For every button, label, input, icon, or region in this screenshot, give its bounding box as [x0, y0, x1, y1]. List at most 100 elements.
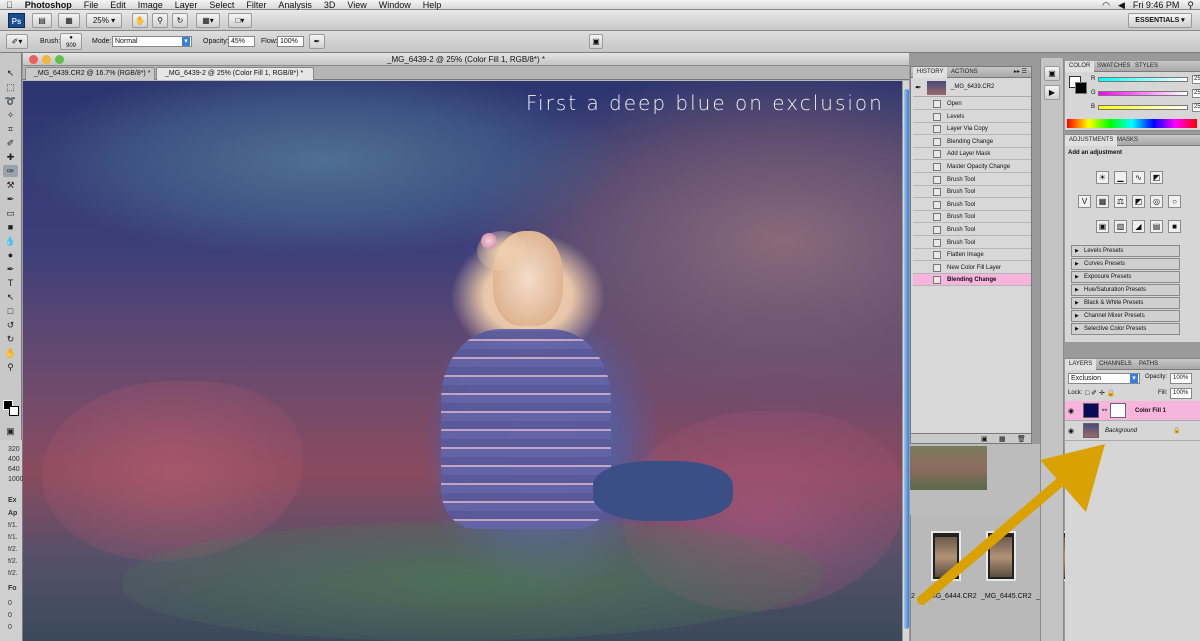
- threshold-icon[interactable]: ◢: [1132, 220, 1145, 233]
- preset-item[interactable]: Hue/Saturation Presets: [1071, 284, 1180, 296]
- zoom-tool-icon[interactable]: ⚲: [3, 361, 18, 373]
- history-snapshot[interactable]: ✒ _MG_6439.CR2: [913, 80, 1031, 97]
- tab-actions[interactable]: ACTIONS: [947, 67, 982, 78]
- app-menu[interactable]: Photoshop: [19, 0, 78, 10]
- blend-mode-dropdown[interactable]: Exclusion ▾: [1068, 373, 1140, 384]
- panel-toggle-icon[interactable]: ▣: [589, 34, 603, 49]
- menu-analysis[interactable]: Analysis: [272, 0, 318, 10]
- menu-layer[interactable]: Layer: [169, 0, 204, 10]
- history-item[interactable]: Blending Change: [913, 274, 1031, 287]
- hand-tool-button[interactable]: ✋: [132, 13, 148, 28]
- history-item[interactable]: Brush Tool: [913, 199, 1031, 211]
- 3d-rotate-tool-icon[interactable]: ↺: [3, 319, 18, 331]
- apple-menu[interactable]: : [0, 0, 19, 10]
- preset-item[interactable]: Exposure Presets: [1071, 271, 1180, 283]
- clock[interactable]: Fri 9:46 PM: [1133, 0, 1180, 10]
- document-titlebar[interactable]: _MG_6439-2 @ 25% (Color Fill 1, RGB/8*) …: [23, 53, 909, 66]
- image-canvas[interactable]: First a deep blue on exclusion: [23, 81, 909, 641]
- history-item[interactable]: Brush Tool: [913, 211, 1031, 224]
- strip-heading[interactable]: Ap: [8, 510, 23, 517]
- tab-channels[interactable]: CHANNELS: [1095, 359, 1136, 370]
- actions-panel-icon[interactable]: ▶: [1044, 85, 1060, 100]
- black-white-icon[interactable]: ◩: [1132, 195, 1145, 208]
- red-slider[interactable]: [1098, 77, 1188, 82]
- history-panel-icon[interactable]: ▣: [1044, 66, 1060, 81]
- gradient-tool-icon[interactable]: ■: [3, 221, 18, 233]
- layer-opacity-field[interactable]: 100%: [1170, 373, 1192, 384]
- preset-item[interactable]: Curves Presets: [1071, 258, 1180, 270]
- close-window-icon[interactable]: [29, 55, 38, 64]
- visibility-eye-icon[interactable]: ◉: [1068, 407, 1074, 415]
- spotlight-icon[interactable]: ⚲: [1187, 0, 1194, 10]
- volume-icon[interactable]: ◀: [1118, 0, 1125, 10]
- history-item[interactable]: Brush Tool: [913, 237, 1031, 249]
- history-item[interactable]: Open: [913, 98, 1031, 110]
- tab-styles[interactable]: STYLES: [1131, 61, 1162, 72]
- view-extras-button[interactable]: ▦: [58, 13, 80, 28]
- minimize-window-icon[interactable]: [42, 55, 51, 64]
- path-select-tool-icon[interactable]: ↖: [3, 291, 18, 303]
- green-slider[interactable]: [1098, 91, 1188, 96]
- screen-mode-button[interactable]: □▾: [228, 13, 252, 28]
- opacity-field[interactable]: 45%: [228, 36, 255, 47]
- history-item[interactable]: Brush Tool: [913, 224, 1031, 236]
- history-item[interactable]: Levels: [913, 111, 1031, 123]
- history-item[interactable]: Layer Via Copy: [913, 123, 1031, 136]
- posterize-icon[interactable]: ▧: [1114, 220, 1127, 233]
- airbrush-icon[interactable]: ✒: [309, 34, 325, 49]
- history-brush-tool-icon[interactable]: ✒: [3, 193, 18, 205]
- eyedropper-tool-icon[interactable]: ✐: [3, 137, 18, 149]
- flow-field[interactable]: 100%: [277, 36, 304, 47]
- zoom-window-icon[interactable]: [55, 55, 64, 64]
- selective-color-icon[interactable]: ■: [1168, 220, 1181, 233]
- menu-image[interactable]: Image: [132, 0, 169, 10]
- preset-item[interactable]: Channel Mixer Presets: [1071, 310, 1180, 322]
- hand-tool-icon[interactable]: ✋: [3, 347, 18, 359]
- eraser-tool-icon[interactable]: ▭: [3, 207, 18, 219]
- brush-picker[interactable]: ● 909: [60, 33, 82, 50]
- lock-options-icon[interactable]: □ ✐ ✛ 🔒: [1085, 389, 1116, 397]
- move-tool-icon[interactable]: ↖: [3, 67, 18, 79]
- rotate-view-button[interactable]: ↻: [172, 13, 188, 28]
- tab-mg-6439-2[interactable]: _MG_6439-2 @ 25% (Color Fill 1, RGB/8*) …: [156, 67, 314, 80]
- green-value-field[interactable]: 254: [1192, 89, 1200, 98]
- history-item[interactable]: Add Layer Mask: [913, 148, 1031, 161]
- brush-source-icon[interactable]: ✒: [915, 83, 922, 92]
- menu-window[interactable]: Window: [373, 0, 417, 10]
- arrange-documents-button[interactable]: ▦▾: [196, 13, 220, 28]
- tab-history[interactable]: HISTORY: [913, 67, 948, 78]
- red-value-field[interactable]: 253: [1192, 75, 1200, 84]
- history-item[interactable]: Brush Tool: [913, 174, 1031, 186]
- color-ramp[interactable]: [1067, 119, 1197, 128]
- strip-heading[interactable]: Ex: [8, 497, 23, 504]
- tab-adjustments[interactable]: ADJUSTMENTS: [1065, 135, 1118, 146]
- layer-mask-thumbnail[interactable]: [1110, 403, 1126, 418]
- zoom-level-dropdown[interactable]: 25% ▾: [86, 13, 122, 28]
- tab-mg-6439-cr2[interactable]: _MG_6439.CR2 @ 16.7% (RGB/8*) *: [25, 67, 155, 80]
- bridge-button[interactable]: ▤: [32, 13, 52, 28]
- tab-swatches[interactable]: SWATCHES: [1093, 61, 1134, 72]
- fill-field[interactable]: 100%: [1170, 388, 1192, 399]
- blue-slider[interactable]: [1098, 105, 1188, 110]
- tab-color[interactable]: COLOR: [1065, 61, 1095, 72]
- photo-filter-icon[interactable]: ◎: [1150, 195, 1163, 208]
- menu-view[interactable]: View: [341, 0, 372, 10]
- strip-heading[interactable]: Fo: [8, 585, 23, 592]
- exposure-icon[interactable]: ◩: [1150, 171, 1163, 184]
- dodge-tool-icon[interactable]: ●: [3, 249, 18, 261]
- tool-preset-picker[interactable]: ✐▾: [6, 34, 28, 49]
- mode-dropdown[interactable]: Normal ▾: [112, 36, 192, 47]
- preset-item[interactable]: Levels Presets: [1071, 245, 1180, 257]
- brightness-contrast-icon[interactable]: ☀: [1096, 171, 1109, 184]
- menu-help[interactable]: Help: [417, 0, 448, 10]
- quick-mask-icon[interactable]: ▣: [3, 425, 18, 437]
- quick-select-tool-icon[interactable]: ✧: [3, 109, 18, 121]
- menu-3d[interactable]: 3D: [318, 0, 342, 10]
- invert-icon[interactable]: ▣: [1096, 220, 1109, 233]
- brush-tool-icon[interactable]: ✑: [3, 165, 18, 177]
- tab-layers[interactable]: LAYERS: [1065, 359, 1097, 370]
- history-item[interactable]: New Color Fill Layer: [913, 262, 1031, 274]
- pen-tool-icon[interactable]: ✒: [3, 263, 18, 275]
- color-balance-icon[interactable]: ⚖: [1114, 195, 1127, 208]
- history-item[interactable]: Master Opacity Change: [913, 161, 1031, 173]
